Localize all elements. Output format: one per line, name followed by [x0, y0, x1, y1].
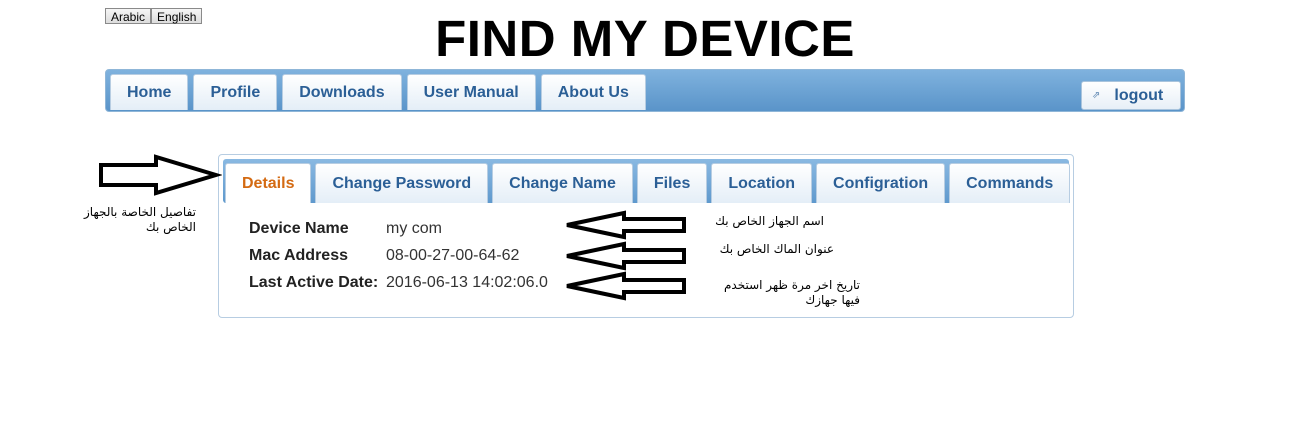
external-link-icon: ⇗ [1092, 90, 1101, 101]
arrow-left-icon [566, 241, 686, 271]
nav-profile[interactable]: Profile [193, 74, 278, 110]
detail-row-last-active: Last Active Date: 2016-06-13 14:02:06.0 [249, 269, 548, 296]
detail-row-mac-address: Mac Address 08-00-27-00-64-62 [249, 242, 548, 269]
arrow-left-icon [566, 271, 686, 301]
arrow-right-icon [99, 154, 222, 196]
logout-label: logout [1114, 87, 1164, 104]
last-active-value: 2016-06-13 14:02:06.0 [386, 274, 548, 291]
logout-button[interactable]: ⇗ logout [1081, 81, 1181, 110]
annotation-last-active-note: تاريخ اخر مرة ظهر استخدم فيها جهازك [723, 278, 860, 307]
tab-files[interactable]: Files [636, 163, 708, 203]
nav-about-us[interactable]: About Us [540, 74, 646, 110]
tab-configration[interactable]: Configration [816, 163, 946, 203]
nav-home[interactable]: Home [110, 74, 189, 110]
annotation-device-name-note: اسم الجهاز الخاص بك [715, 214, 824, 228]
nav-user-manual[interactable]: User Manual [406, 74, 536, 110]
arrow-left-icon [566, 210, 686, 240]
panel-tab-bar: Details Change Password Change Name File… [223, 159, 1071, 203]
main-navbar: Home Profile Downloads User Manual About… [105, 69, 1185, 112]
page-title: FIND MY DEVICE [435, 10, 855, 67]
tab-details[interactable]: Details [225, 163, 312, 203]
tab-change-name[interactable]: Change Name [492, 163, 633, 203]
device-name-label: Device Name [249, 220, 349, 237]
detail-row-device-name: Device Name my com [249, 215, 548, 242]
annotation-mac-note: عنوان الماك الخاص بك [719, 242, 834, 256]
last-active-label: Last Active Date: [249, 274, 379, 291]
tab-commands[interactable]: Commands [949, 163, 1071, 203]
mac-address-value: 08-00-27-00-64-62 [386, 247, 520, 264]
tab-change-password[interactable]: Change Password [315, 163, 489, 203]
nav-downloads[interactable]: Downloads [282, 74, 402, 110]
device-details: Device Name my com Mac Address 08-00-27-… [249, 215, 548, 296]
mac-address-label: Mac Address [249, 247, 348, 264]
device-name-value: my com [386, 220, 442, 237]
annotation-tab-note: تفاصيل الخاصة بالجهاز الخاص بك [84, 205, 196, 234]
tab-location[interactable]: Location [711, 163, 813, 203]
